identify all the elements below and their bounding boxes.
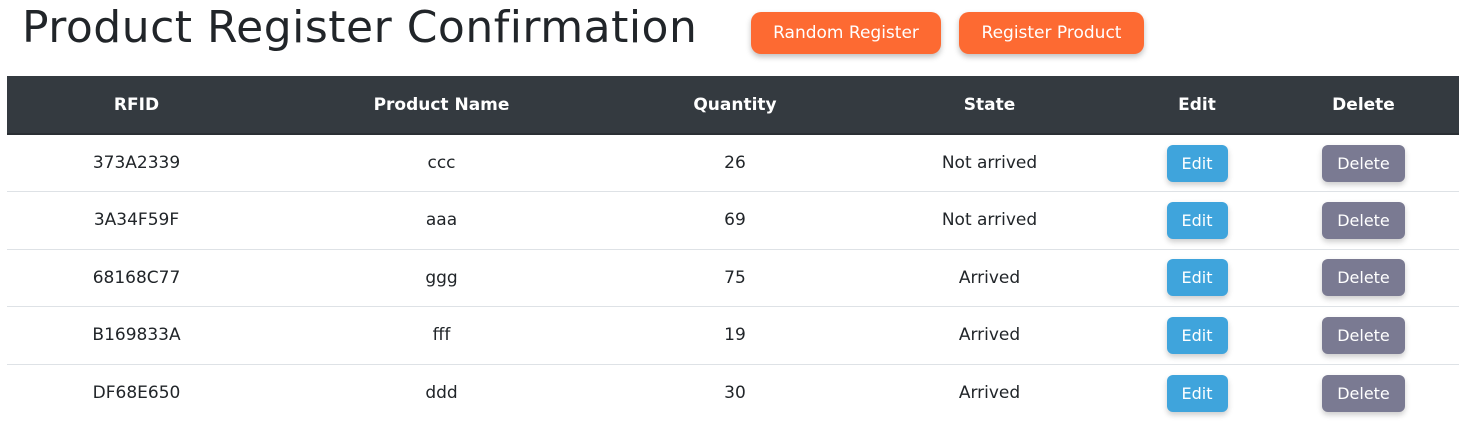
table-row: B169833A fff 19 Arrived Edit Delete [7, 307, 1459, 365]
cell-delete: Delete [1268, 249, 1459, 307]
cell-state: Not arrived [941, 153, 1038, 173]
cell-quantity: 75 [724, 267, 746, 288]
cell-state: Arrived [958, 267, 1021, 288]
cell-edit: Edit [1126, 192, 1268, 250]
edit-button[interactable]: Edit [1166, 259, 1228, 297]
delete-button[interactable]: Delete [1322, 201, 1405, 239]
cell-delete: Delete [1268, 134, 1459, 192]
random-register-button[interactable]: Random Register [751, 12, 941, 54]
cell-edit: Edit [1126, 134, 1268, 192]
cell-edit: Edit [1126, 364, 1268, 422]
table-row: 68168C77 ggg 75 Arrived Edit Delete [7, 249, 1459, 307]
page-header: Product Register Confirmation [22, 0, 697, 64]
cell-delete: Delete [1268, 307, 1459, 365]
cell-product-name: ccc [427, 153, 456, 173]
column-header-delete: Delete [1268, 76, 1459, 135]
delete-button[interactable]: Delete [1322, 259, 1405, 297]
cell-rfid: B169833A [92, 325, 181, 346]
column-header-state: State [853, 76, 1126, 135]
cell-product-name: fff [432, 325, 451, 346]
edit-button[interactable]: Edit [1166, 144, 1228, 182]
page-title: Product Register Confirmation [22, 2, 698, 53]
cell-rfid: 3A34F59F [93, 210, 180, 231]
column-header-edit: Edit [1126, 76, 1268, 135]
cell-rfid: DF68E650 [92, 383, 181, 403]
cell-quantity: 26 [724, 153, 746, 173]
cell-state: Not arrived [941, 210, 1038, 231]
delete-button[interactable]: Delete [1322, 316, 1405, 354]
cell-state: Arrived [958, 325, 1021, 346]
cell-quantity: 30 [724, 383, 746, 403]
column-header-product-name: Product Name [266, 76, 617, 135]
cell-rfid: 68168C77 [92, 267, 181, 288]
table-row: 373A2339 ccc 26 Not arrived Edit Delete [7, 134, 1459, 192]
cell-state: Arrived [958, 383, 1021, 403]
cell-edit: Edit [1126, 249, 1268, 307]
column-header-quantity: Quantity [617, 76, 853, 135]
cell-product-name: aaa [425, 210, 458, 231]
table-row: 3A34F59F aaa 69 Not arrived Edit Delete [7, 192, 1459, 250]
table-header-row: RFID Product Name Quantity State Edit De… [7, 76, 1459, 135]
edit-button[interactable]: Edit [1166, 374, 1228, 412]
cell-delete: Delete [1268, 192, 1459, 250]
table-row: DF68E650 ddd 30 Arrived Edit Delete [7, 364, 1459, 422]
cell-quantity: 69 [724, 210, 746, 231]
column-header-rfid: RFID [7, 76, 266, 135]
cell-product-name: ddd [425, 383, 458, 403]
cell-product-name: ggg [425, 267, 458, 288]
edit-button[interactable]: Edit [1166, 316, 1228, 354]
cell-quantity: 19 [724, 325, 746, 346]
delete-button[interactable]: Delete [1322, 144, 1405, 182]
register-product-button[interactable]: Register Product [959, 12, 1144, 54]
cell-delete: Delete [1268, 364, 1459, 422]
cell-rfid: 373A2339 [92, 153, 181, 173]
product-table: RFID Product Name Quantity State Edit De… [7, 76, 1459, 422]
table-header: RFID Product Name Quantity State Edit De… [7, 76, 1459, 135]
delete-button[interactable]: Delete [1322, 374, 1405, 412]
edit-button[interactable]: Edit [1166, 201, 1228, 239]
cell-edit: Edit [1126, 307, 1268, 365]
table-body: 373A2339 ccc 26 Not arrived Edit Delete … [7, 134, 1459, 422]
